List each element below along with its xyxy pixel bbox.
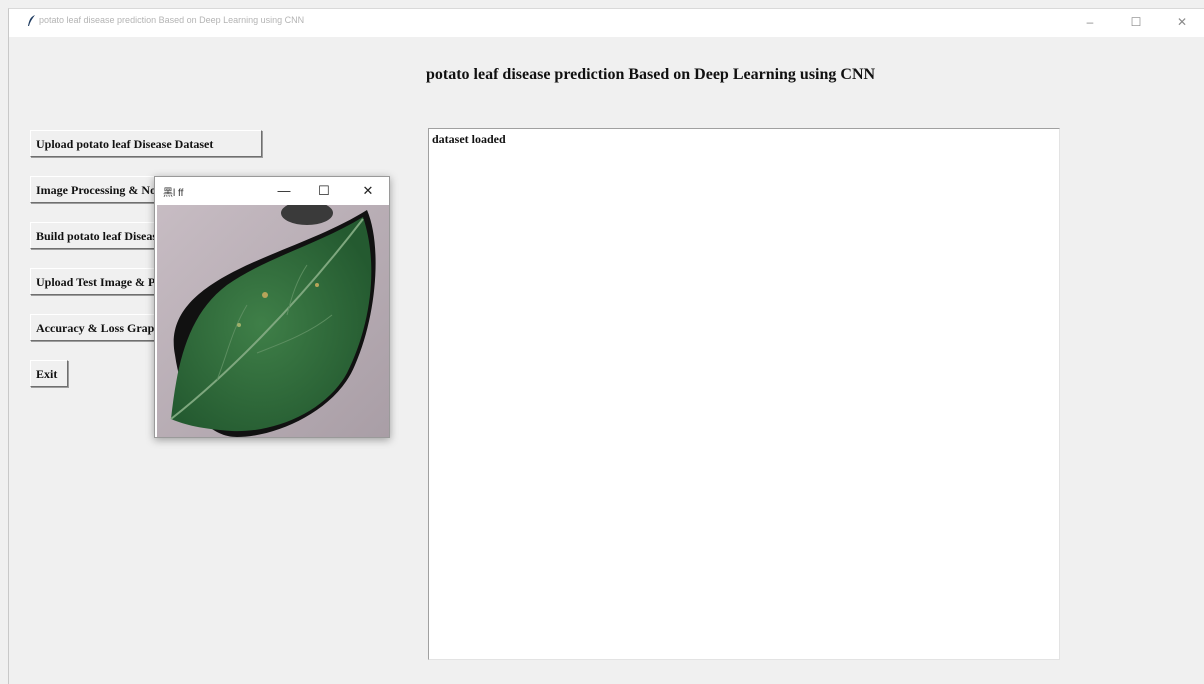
minimize-button[interactable]: – xyxy=(1067,9,1113,37)
potato-leaf-image xyxy=(157,205,389,437)
close-button[interactable]: ✕ xyxy=(1159,9,1204,37)
leaf-image-svg xyxy=(157,205,389,437)
exit-button[interactable]: Exit xyxy=(30,360,68,387)
output-text-area[interactable]: dataset loaded xyxy=(428,128,1060,660)
popup-title: 黑l ff xyxy=(163,188,184,199)
popup-title-bar[interactable]: 黑l ff — ☐ ✕ xyxy=(155,177,389,205)
feather-icon xyxy=(28,15,35,26)
popup-minimize-button[interactable]: — xyxy=(273,181,295,201)
image-popup-window[interactable]: 黑l ff — ☐ ✕ xyxy=(154,176,390,438)
window-title: potato leaf disease prediction Based on … xyxy=(39,15,305,25)
popup-maximize-button[interactable]: ☐ xyxy=(313,181,335,201)
title-bar[interactable]: potato leaf disease prediction Based on … xyxy=(9,9,1204,37)
page-title: potato leaf disease prediction Based on … xyxy=(426,66,876,83)
output-text: dataset loaded xyxy=(432,132,506,146)
popup-close-button[interactable]: ✕ xyxy=(357,181,379,201)
upload-dataset-button[interactable]: Upload potato leaf Disease Dataset xyxy=(30,130,262,157)
maximize-button[interactable]: ☐ xyxy=(1113,9,1159,37)
